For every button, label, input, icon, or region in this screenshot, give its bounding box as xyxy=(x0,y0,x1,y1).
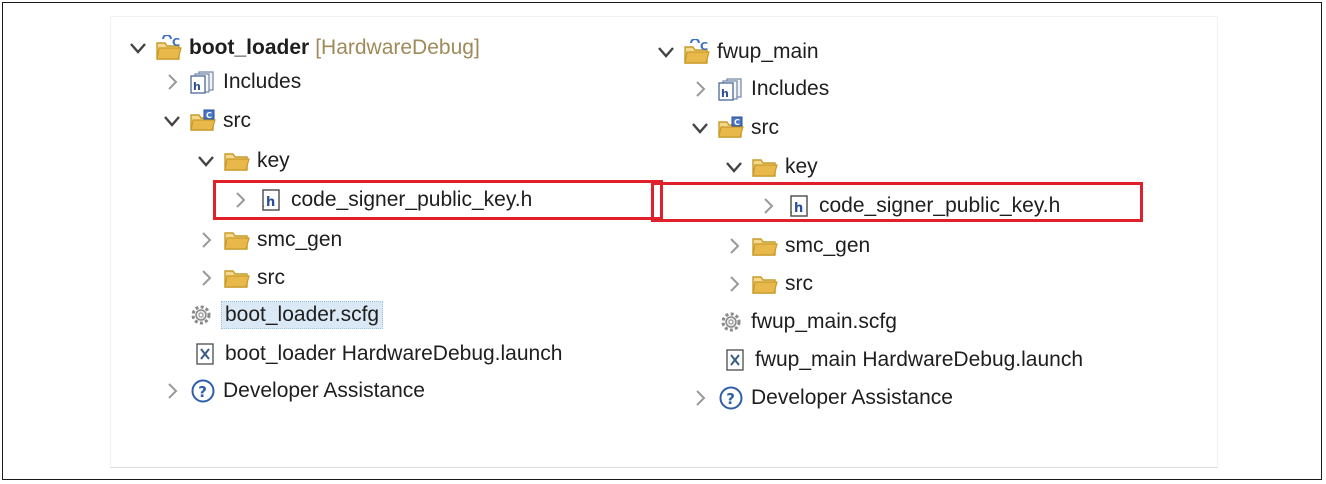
gear-icon xyxy=(717,309,745,335)
tree-item-label: src xyxy=(257,266,285,289)
tree-item-label: Includes xyxy=(223,70,302,93)
tree-item-label: key xyxy=(257,149,290,172)
launch-file-icon xyxy=(191,341,219,367)
help-icon xyxy=(717,385,745,411)
chevron-down-icon[interactable] xyxy=(161,110,183,132)
chevron-right-icon[interactable] xyxy=(723,235,745,257)
project-decoration: [HardwareDebug] xyxy=(315,36,480,59)
tree-item-key[interactable]: key xyxy=(195,144,290,178)
tree-item-src-sub[interactable]: src xyxy=(195,261,285,295)
folder-icon xyxy=(751,154,779,180)
highlight-box-left xyxy=(213,180,663,220)
source-folder-icon xyxy=(189,108,217,134)
tree-item-launch[interactable]: fwup_main HardwareDebug.launch xyxy=(721,343,1083,377)
tree-item-project-fwup-main[interactable]: fwup_main xyxy=(655,35,819,69)
tree-item-label: src xyxy=(223,109,251,132)
gear-icon xyxy=(187,302,215,328)
tree-item-smc-gen[interactable]: smc_gen xyxy=(723,229,870,263)
chevron-right-icon[interactable] xyxy=(195,229,217,251)
chevron-right-icon[interactable] xyxy=(161,71,183,93)
help-icon xyxy=(189,378,217,404)
tree-item-src[interactable]: src xyxy=(161,104,251,138)
tree-item-developer-assistance[interactable]: Developer Assistance xyxy=(161,374,425,408)
includes-icon xyxy=(189,69,217,95)
tree-item-key[interactable]: key xyxy=(723,150,818,184)
tree-item-smc-gen[interactable]: smc_gen xyxy=(195,223,342,257)
folder-icon xyxy=(223,265,251,291)
includes-icon xyxy=(717,76,745,102)
tree-item-label: fwup_main.scfg xyxy=(751,310,897,333)
folder-icon xyxy=(223,227,251,253)
folder-icon xyxy=(751,271,779,297)
folder-icon xyxy=(751,233,779,259)
launch-file-icon xyxy=(721,347,749,373)
chevron-down-icon[interactable] xyxy=(689,117,711,139)
tree-item-label: fwup_main HardwareDebug.launch xyxy=(755,348,1084,371)
tree-item-scfg[interactable]: fwup_main.scfg xyxy=(717,305,897,339)
chevron-down-icon[interactable] xyxy=(723,156,745,178)
chevron-down-icon[interactable] xyxy=(655,41,677,63)
tree-item-label: Developer Assistance xyxy=(751,386,953,409)
chevron-down-icon[interactable] xyxy=(127,37,149,59)
tree-item-label: boot_loader.scfg xyxy=(221,301,384,329)
tree-item-src-sub[interactable]: src xyxy=(723,267,813,301)
tree-item-label: Developer Assistance xyxy=(223,379,425,402)
tree-item-project-boot-loader[interactable]: boot_loader [HardwareDebug] xyxy=(127,31,480,65)
project-explorer-panel: boot_loader [HardwareDebug] Includes src… xyxy=(110,16,1218,468)
tree-item-label: src xyxy=(751,116,779,139)
chevron-right-icon[interactable] xyxy=(689,78,711,100)
chevron-right-icon[interactable] xyxy=(723,273,745,295)
tree-item-label: boot_loader HardwareDebug.launch xyxy=(225,342,563,365)
tree-item-label: smc_gen xyxy=(785,234,871,257)
tree-item-includes[interactable]: Includes xyxy=(689,72,829,106)
tree-item-label: Includes xyxy=(751,77,830,100)
tree-item-scfg[interactable]: boot_loader.scfg xyxy=(187,298,384,332)
source-folder-icon xyxy=(717,115,745,141)
highlight-box-right xyxy=(651,182,1143,222)
tree-item-launch[interactable]: boot_loader HardwareDebug.launch xyxy=(191,337,562,371)
project-name: boot_loader xyxy=(189,36,310,59)
project-name: fwup_main xyxy=(717,40,819,63)
folder-icon xyxy=(223,148,251,174)
tree-item-label: src xyxy=(785,272,813,295)
tree-item-label: key xyxy=(785,155,818,178)
chevron-right-icon[interactable] xyxy=(161,380,183,402)
tree-item-includes[interactable]: Includes xyxy=(161,65,301,99)
tree-item-label: smc_gen xyxy=(257,228,343,251)
tree-item-developer-assistance[interactable]: Developer Assistance xyxy=(689,381,953,415)
tree-item-src[interactable]: src xyxy=(689,111,779,145)
chevron-right-icon[interactable] xyxy=(195,267,217,289)
project-icon xyxy=(683,39,711,65)
chevron-down-icon[interactable] xyxy=(195,150,217,172)
chevron-right-icon[interactable] xyxy=(689,387,711,409)
project-icon xyxy=(155,35,183,61)
